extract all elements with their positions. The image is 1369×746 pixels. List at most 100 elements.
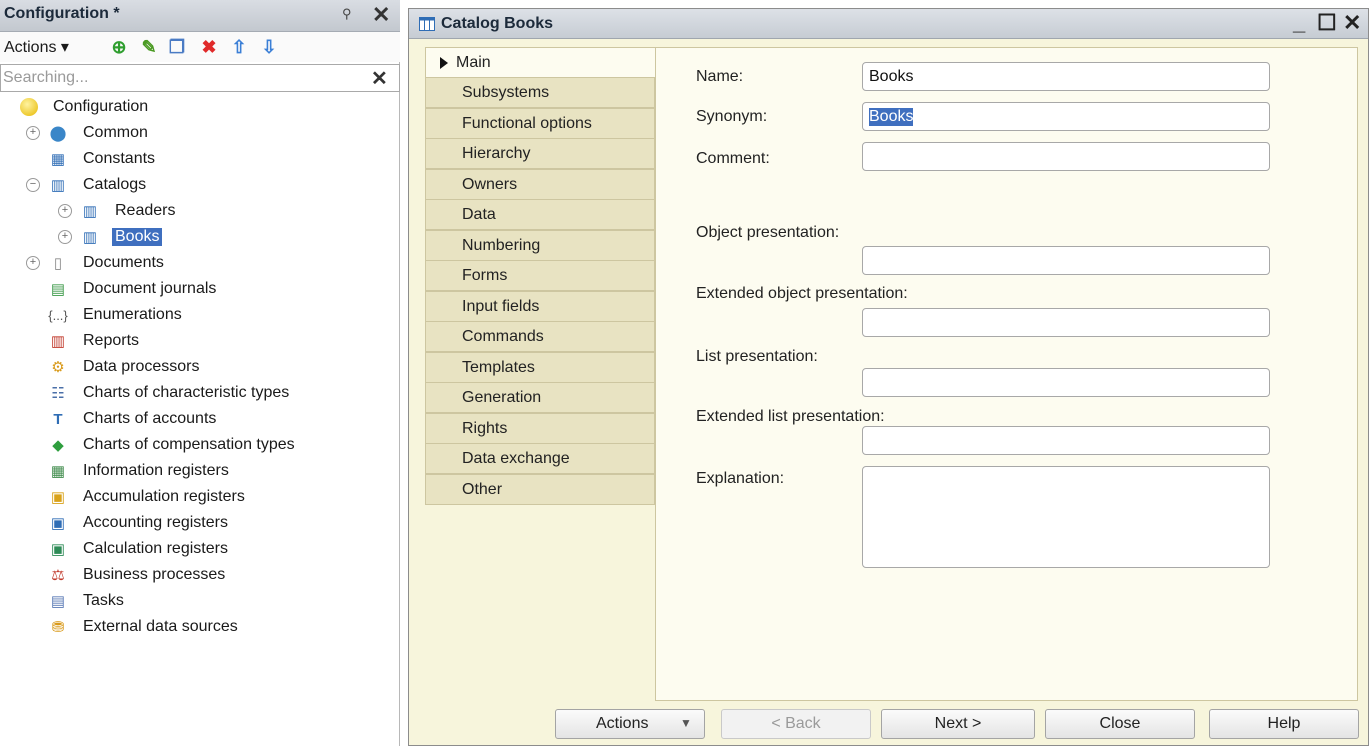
tree-item-label: Constants (83, 150, 156, 167)
tab-subsystems[interactable]: Subsystems (425, 77, 655, 108)
help-button[interactable]: Help (1209, 709, 1359, 739)
tree-item-data-processors[interactable]: ⚙ Data processors (48, 354, 203, 380)
back-button[interactable]: < Back (721, 709, 871, 739)
tree-item-charts-characteristic-types[interactable]: ☷ Charts of characteristic types (48, 380, 292, 406)
clear-search-icon[interactable]: ✕ (371, 66, 388, 91)
tree-item-accounting-registers[interactable]: ▣ Accounting registers (48, 510, 231, 536)
tree-item-reports[interactable]: ▥ Reports (48, 328, 142, 354)
tab-forms[interactable]: Forms (425, 260, 655, 291)
actions-button[interactable]: Actions ▼ (555, 709, 705, 739)
synonym-field[interactable]: Books (862, 102, 1270, 131)
extended-list-presentation-label: Extended list presentation: (696, 408, 885, 425)
tree-item-label: Configuration (53, 98, 149, 115)
tree-item-books[interactable]: + ▥ Books (58, 224, 163, 250)
external-data-icon: ⛃ (51, 619, 65, 636)
extended-list-presentation-field[interactable] (862, 426, 1270, 455)
expand-icon[interactable]: + (26, 126, 40, 140)
actions-button-label: Actions (596, 715, 649, 732)
tree-item-charts-of-accounts[interactable]: T Charts of accounts (48, 406, 219, 432)
tree-item-documents[interactable]: + ▯ Documents (26, 250, 167, 276)
move-up-icon[interactable]: ⇧ (228, 36, 250, 58)
tab-data-exchange[interactable]: Data exchange (425, 443, 655, 474)
tab-owners[interactable]: Owners (425, 169, 655, 200)
tab-label: Other (462, 480, 503, 498)
tab-label: Main (456, 53, 491, 71)
tree-item-label: Enumerations (83, 306, 182, 323)
expand-icon[interactable]: + (26, 256, 40, 270)
tree-item-readers[interactable]: + ▥ Readers (58, 198, 178, 224)
close-window-icon[interactable]: ✕ (1343, 10, 1361, 36)
configuration-panel: Configuration * ⚲ ✕ Actions ▾ ⊕ ✎ ❐ ✖ ⇧ … (0, 0, 400, 746)
tab-rights[interactable]: Rights (425, 413, 655, 444)
chart-characteristic-icon: ☷ (51, 385, 65, 402)
extended-object-presentation-field[interactable] (862, 308, 1270, 337)
tree-item-label: Tasks (83, 592, 124, 609)
tree-item-document-journals[interactable]: ▤ Document journals (48, 276, 219, 302)
object-presentation-field[interactable] (862, 246, 1270, 275)
tree-item-label: Charts of characteristic types (83, 384, 290, 401)
move-down-icon[interactable]: ⇩ (258, 36, 280, 58)
tab-label: Data (462, 205, 496, 223)
tree-item-accumulation-registers[interactable]: ▣ Accumulation registers (48, 484, 248, 510)
tree-item-business-processes[interactable]: ⚖ Business processes (48, 562, 228, 588)
minimize-icon[interactable]: _ (1293, 10, 1305, 36)
comment-field[interactable] (862, 142, 1270, 171)
tab-functional-options[interactable]: Functional options (425, 108, 655, 139)
tab-label: Numbering (462, 236, 541, 254)
expand-icon[interactable]: + (58, 204, 72, 218)
catalog-icon: ▥ (50, 177, 66, 194)
tab-other[interactable]: Other (425, 474, 655, 505)
tree-item-charts-compensation-types[interactable]: ◆ Charts of compensation types (48, 432, 298, 458)
collapse-icon[interactable]: − (26, 178, 40, 192)
tab-data[interactable]: Data (425, 199, 655, 230)
tree-item-constants[interactable]: ▦ Constants (48, 146, 158, 172)
chart-accounts-icon: T (53, 410, 63, 428)
tree-item-enumerations[interactable]: {...} Enumerations (48, 302, 185, 328)
edit-icon[interactable]: ✎ (138, 36, 160, 58)
tab-label: Generation (462, 388, 542, 406)
tab-templates[interactable]: Templates (425, 352, 655, 383)
tree-item-external-data-sources[interactable]: ⛃ External data sources (48, 614, 241, 640)
tab-label: Input fields (462, 297, 540, 315)
panel-title: Configuration * (4, 5, 120, 22)
tree-item-common[interactable]: + ⬤ Common (26, 120, 151, 146)
extended-object-presentation-label: Extended object presentation: (696, 285, 908, 302)
add-icon[interactable]: ⊕ (108, 36, 130, 58)
tab-commands[interactable]: Commands (425, 321, 655, 352)
explanation-field[interactable] (862, 466, 1270, 568)
tab-main[interactable]: Main (425, 47, 655, 78)
tab-label: Templates (462, 358, 535, 376)
tree-item-label: Information registers (83, 462, 229, 479)
tree-item-label: Accumulation registers (83, 488, 245, 505)
tab-numbering[interactable]: Numbering (425, 230, 655, 261)
search-input[interactable] (3, 67, 363, 89)
close-icon[interactable]: ✕ (372, 2, 390, 28)
calculation-register-icon: ▣ (50, 541, 66, 558)
expand-icon[interactable]: + (58, 230, 72, 244)
pin-icon[interactable]: ⚲ (342, 6, 352, 22)
tree-item-configuration[interactable]: Configuration (20, 94, 151, 120)
tab-input-fields[interactable]: Input fields (425, 291, 655, 322)
delete-icon[interactable]: ✖ (198, 36, 220, 58)
tab-hierarchy[interactable]: Hierarchy (425, 138, 655, 169)
name-field[interactable] (862, 62, 1270, 91)
catalog-icon: ▥ (82, 203, 98, 220)
tree-item-calculation-registers[interactable]: ▣ Calculation registers (48, 536, 231, 562)
tree-item-catalogs[interactable]: − ▥ Catalogs (26, 172, 149, 198)
tree-item-label: Document journals (83, 280, 217, 297)
synonym-label: Synonym: (696, 108, 768, 125)
close-button[interactable]: Close (1045, 709, 1195, 739)
tree-item-information-registers[interactable]: ▦ Information registers (48, 458, 232, 484)
report-icon: ▥ (50, 333, 66, 350)
actions-menu[interactable]: Actions ▾ (4, 37, 69, 57)
list-presentation-field[interactable] (862, 368, 1270, 397)
maximize-icon[interactable]: ☐ (1317, 10, 1337, 36)
business-process-icon: ⚖ (51, 567, 65, 584)
accounting-register-icon: ▣ (50, 515, 66, 532)
tree-item-tasks[interactable]: ▤ Tasks (48, 588, 127, 614)
tab-generation[interactable]: Generation (425, 382, 655, 413)
copy-icon[interactable]: ❐ (166, 36, 188, 58)
button-bar: Actions ▼ < Back Next > Close Help (409, 705, 1368, 745)
configuration-panel-header: Configuration * ⚲ ✕ (0, 0, 400, 32)
next-button[interactable]: Next > (881, 709, 1035, 739)
